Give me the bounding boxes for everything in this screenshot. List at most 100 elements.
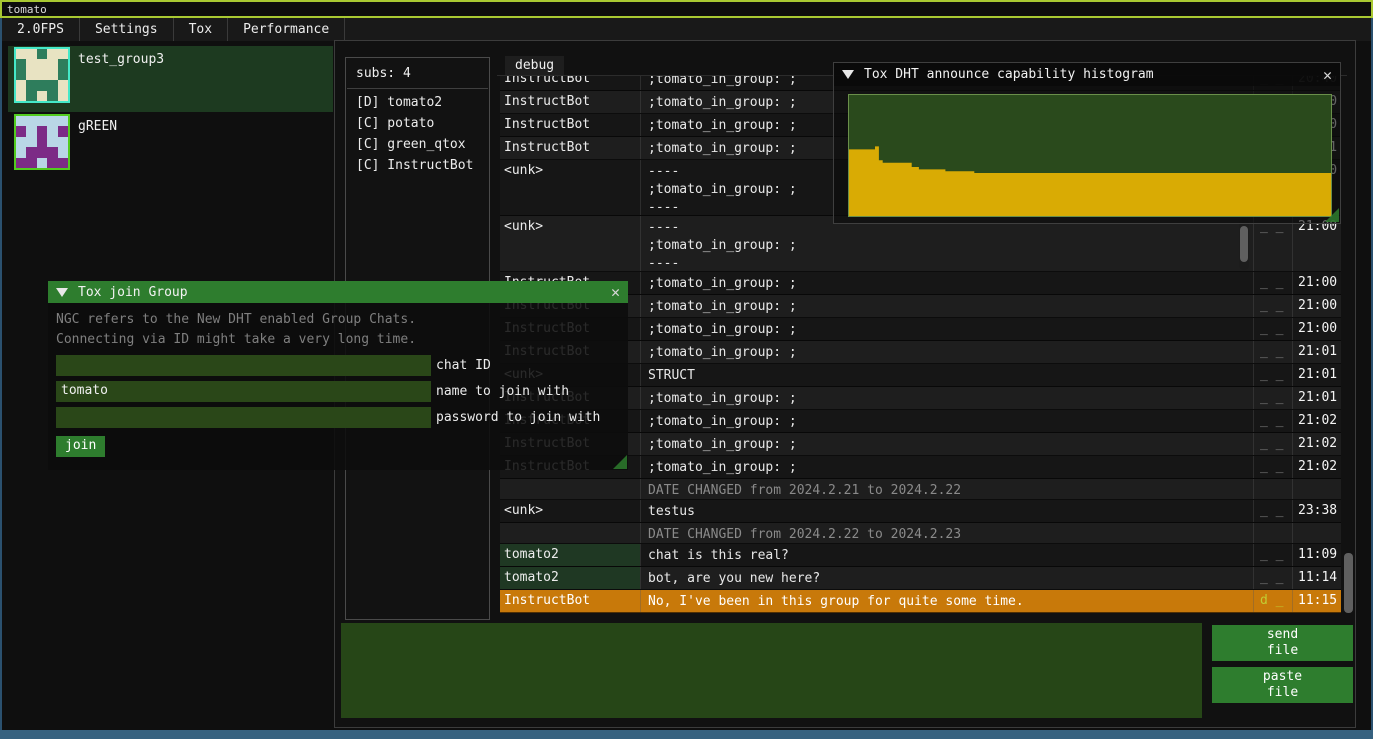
join-group-titlebar[interactable]: Tox join Group ✕ (48, 281, 628, 303)
join-group-title: Tox join Group (78, 285, 611, 300)
close-icon[interactable]: ✕ (611, 283, 620, 301)
message-status-indicator: _ _ (1253, 500, 1292, 522)
message-sender: InstructBot (500, 76, 640, 90)
group-avatar (14, 47, 70, 103)
message-timestamp: 21:01 (1292, 387, 1341, 409)
message-text: chat is this real? (640, 544, 1253, 566)
message-status-indicator (1253, 523, 1292, 543)
menu-item-settings[interactable]: Settings (80, 18, 174, 41)
send-file-button[interactable]: send file (1212, 625, 1353, 661)
message-text: ;tomato_in_group: ; (640, 433, 1253, 455)
message-timestamp: 23:38 (1292, 500, 1341, 522)
member-item[interactable]: [D] tomato2 (346, 93, 489, 114)
message-text: ;tomato_in_group: ; (640, 318, 1253, 340)
message-text: STRUCT (640, 364, 1253, 386)
group-name: test_group3 (78, 52, 164, 67)
group-item-test_group3[interactable]: test_group3 (8, 46, 333, 112)
message-text: ;tomato_in_group: ; (640, 341, 1253, 363)
chat-id-label: chat ID (436, 358, 491, 373)
tab-debug[interactable]: debug (505, 56, 564, 75)
resize-grip-icon[interactable] (1325, 208, 1339, 222)
message-row[interactable]: <unk>---- ;tomato_in_group: ; ----_ _21:… (500, 216, 1341, 272)
message-input[interactable] (341, 623, 1202, 718)
message-sender: InstructBot (500, 91, 640, 113)
message-row[interactable]: InstructBotNo, I've been in this group f… (500, 590, 1341, 613)
close-icon[interactable]: ✕ (1323, 66, 1332, 84)
message-sender: InstructBot (500, 590, 640, 612)
message-row[interactable]: <unk>testus_ _23:38 (500, 500, 1341, 523)
member-item[interactable]: [C] InstructBot (346, 156, 489, 177)
group-avatar (14, 114, 70, 170)
message-row[interactable]: tomato2bot, are you new here?_ _11:14 (500, 567, 1341, 590)
message-status-indicator: _ _ (1253, 456, 1292, 478)
message-sender: InstructBot (500, 137, 640, 159)
member-item[interactable]: [C] potato (346, 114, 489, 135)
message-timestamp: 21:01 (1292, 364, 1341, 386)
message-text: ;tomato_in_group: ; (640, 295, 1253, 317)
join-name-label: name to join with (436, 384, 569, 399)
message-row[interactable]: tomato2chat is this real?_ _11:09 (500, 544, 1341, 567)
dht-histogram-window[interactable]: Tox DHT announce capability histogram ✕ (833, 62, 1341, 224)
message-status-indicator: _ _ (1253, 544, 1292, 566)
window-title: tomato (7, 3, 47, 16)
menu-item-tox[interactable]: Tox (174, 18, 228, 41)
message-cell-scrollbar[interactable] (1239, 218, 1249, 270)
message-text: bot, are you new here? (640, 567, 1253, 589)
message-sender: tomato2 (500, 567, 640, 589)
message-timestamp (1292, 523, 1341, 543)
menu-item-2-0fps: 2.0FPS (2, 18, 80, 41)
message-status-indicator: _ _ (1253, 295, 1292, 317)
chat-id-input[interactable] (56, 355, 431, 376)
message-status-indicator: _ _ (1253, 364, 1292, 386)
message-status-indicator: _ _ (1253, 433, 1292, 455)
dht-histogram-plot (848, 94, 1332, 217)
message-timestamp: 21:02 (1292, 456, 1341, 478)
window-border-left (0, 18, 2, 730)
collapse-arrow-icon[interactable] (842, 70, 854, 79)
message-sender: <unk> (500, 216, 640, 271)
message-text: DATE CHANGED from 2024.2.22 to 2024.2.23 (640, 523, 1253, 543)
subs-separator (347, 88, 488, 89)
message-status-indicator: _ _ (1253, 318, 1292, 340)
chat-scrollbar[interactable] (1344, 553, 1353, 613)
group-item-gREEN[interactable]: gREEN (8, 113, 333, 179)
join-group-description-line2: Connecting via ID might take a very long… (56, 330, 620, 350)
message-text: testus (640, 500, 1253, 522)
os-titlebar[interactable]: tomato (0, 0, 1373, 18)
message-timestamp: 21:00 (1292, 216, 1341, 271)
window-border-bottom (0, 730, 1373, 739)
message-status-indicator (1253, 479, 1292, 499)
member-list: [D] tomato2[C] potato[C] green_qtox[C] I… (346, 93, 489, 177)
message-timestamp: 21:00 (1292, 318, 1341, 340)
message-sender: tomato2 (500, 544, 640, 566)
message-timestamp: 11:09 (1292, 544, 1341, 566)
dht-histogram-title: Tox DHT announce capability histogram (864, 67, 1323, 82)
message-text: ;tomato_in_group: ; (640, 272, 1253, 294)
paste-file-button[interactable]: paste file (1212, 667, 1353, 703)
join-name-input[interactable]: tomato (56, 381, 431, 402)
menu-item-performance[interactable]: Performance (228, 18, 345, 41)
message-text: ;tomato_in_group: ; (640, 387, 1253, 409)
resize-grip-icon[interactable] (613, 455, 627, 469)
message-sender: <unk> (500, 160, 640, 215)
message-row[interactable]: DATE CHANGED from 2024.2.22 to 2024.2.23 (500, 523, 1341, 544)
message-text: No, I've been in this group for quite so… (640, 590, 1253, 612)
message-timestamp: 11:14 (1292, 567, 1341, 589)
join-group-body: NGC refers to the New DHT enabled Group … (48, 303, 628, 470)
dht-histogram-titlebar[interactable]: Tox DHT announce capability histogram ✕ (834, 63, 1340, 86)
group-name: gREEN (78, 119, 117, 134)
message-row[interactable]: DATE CHANGED from 2024.2.21 to 2024.2.22 (500, 479, 1341, 500)
member-item[interactable]: [C] green_qtox (346, 135, 489, 156)
menu-bar: 2.0FPSSettingsToxPerformance (2, 18, 1371, 41)
message-sender (500, 523, 640, 543)
join-password-input[interactable] (56, 407, 431, 428)
join-group-window[interactable]: Tox join Group ✕ NGC refers to the New D… (48, 281, 628, 470)
message-status-indicator: _ _ (1253, 341, 1292, 363)
collapse-arrow-icon[interactable] (56, 288, 68, 297)
message-status-indicator: _ _ (1253, 410, 1292, 432)
message-status-indicator: _ _ (1253, 567, 1292, 589)
join-button[interactable]: join (56, 436, 105, 457)
message-sender: InstructBot (500, 114, 640, 136)
message-timestamp (1292, 479, 1341, 499)
message-timestamp: 21:02 (1292, 410, 1341, 432)
